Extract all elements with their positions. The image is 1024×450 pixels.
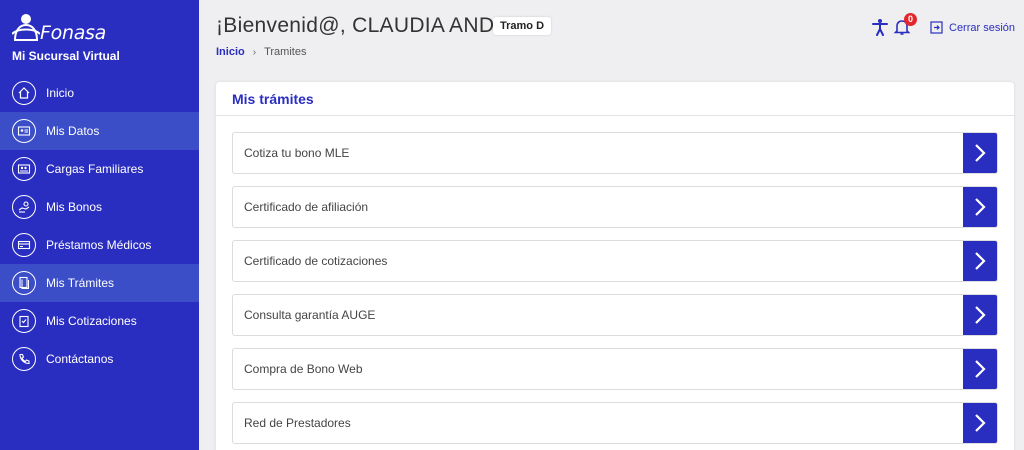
tramite-item-red-prestadores[interactable]: Red de Prestadores <box>232 402 998 444</box>
fonasa-emblem-icon <box>11 14 41 41</box>
list-item-label: Certificado de cotizaciones <box>244 254 388 268</box>
tramites-list: Cotiza tu bono MLE Certificado de afilia… <box>232 132 998 450</box>
chevron-right-icon[interactable] <box>963 241 997 281</box>
list-item-label: Cotiza tu bono MLE <box>244 146 350 160</box>
accessibility-icon[interactable] <box>871 18 889 36</box>
hand-coin-icon <box>12 195 36 219</box>
page-title: Mis trámites <box>232 90 314 107</box>
phone-icon <box>12 347 36 371</box>
tramite-item-certificado-cotizaciones[interactable]: Certificado de cotizaciones <box>232 240 998 282</box>
sidebar-item-inicio[interactable]: Inicio <box>0 74 199 112</box>
sidebar-item-cargas-familiares[interactable]: Cargas Familiares <box>0 150 199 188</box>
list-item-label: Consulta garantía AUGE <box>244 308 376 322</box>
home-icon <box>12 81 36 105</box>
family-card-icon <box>12 157 36 181</box>
breadcrumb-home-link[interactable]: Inicio <box>216 46 245 58</box>
sidebar-item-label: Cargas Familiares <box>46 162 144 176</box>
sidebar-item-mis-tramites[interactable]: Mis Trámites <box>0 264 199 302</box>
tramite-item-consulta-garantia-auge[interactable]: Consulta garantía AUGE <box>232 294 998 336</box>
list-item-label: Red de Prestadores <box>244 416 351 430</box>
brand-subtitle: Mi Sucursal Virtual <box>12 49 120 63</box>
tramo-badge: Tramo D <box>493 17 552 35</box>
sidebar-item-label: Mis Trámites <box>46 276 115 290</box>
sidebar-item-mis-bonos[interactable]: Mis Bonos <box>0 188 199 226</box>
chevron-right-icon[interactable] <box>963 295 997 335</box>
sidebar-item-label: Mis Bonos <box>46 200 103 214</box>
card-header: Mis trámites <box>216 82 1014 116</box>
chevron-right-icon[interactable] <box>963 403 997 443</box>
list-item-label: Certificado de afiliación <box>244 200 369 214</box>
chevron-right-icon: › <box>252 46 257 58</box>
sidebar-item-label: Contáctanos <box>46 352 114 366</box>
sidebar-item-label: Préstamos Médicos <box>46 238 152 252</box>
breadcrumb: Inicio › Tramites <box>216 46 306 58</box>
brand-name: Fonasa <box>40 22 106 44</box>
sidebar-item-label: Mis Cotizaciones <box>46 314 137 328</box>
breadcrumb-current: Tramites <box>264 46 307 58</box>
chevron-right-icon[interactable] <box>963 133 997 173</box>
logout-label: Cerrar sesión <box>949 21 1016 34</box>
id-card-icon <box>12 119 36 143</box>
sidebar-item-label: Mis Datos <box>46 124 100 138</box>
tramite-item-cotiza-bono-mle[interactable]: Cotiza tu bono MLE <box>232 132 998 174</box>
clipboard-icon <box>12 309 36 333</box>
documents-icon <box>12 271 36 295</box>
medical-card-icon <box>12 233 36 257</box>
fonasa-logo[interactable]: Fonasa <box>11 12 112 44</box>
sidebar-nav: Inicio Mis Datos Cargas Familiares Mis B… <box>0 74 199 378</box>
tramite-item-certificado-afiliacion[interactable]: Certificado de afiliación <box>232 186 998 228</box>
chevron-right-icon[interactable] <box>963 187 997 227</box>
list-item-label: Compra de Bono Web <box>244 362 363 376</box>
logout-button[interactable]: Cerrar sesión <box>930 21 1015 34</box>
sidebar: Fonasa Mi Sucursal Virtual Inicio Mis Da… <box>0 0 199 450</box>
sidebar-item-prestamos-medicos[interactable]: Préstamos Médicos <box>0 226 199 264</box>
notification-count-badge: 0 <box>904 13 917 26</box>
tramite-item-compra-bono-web[interactable]: Compra de Bono Web <box>232 348 998 390</box>
welcome-title: ¡Bienvenid@, CLAUDIA ANDREA <box>216 14 539 37</box>
sidebar-item-mis-cotizaciones[interactable]: Mis Cotizaciones <box>0 302 199 340</box>
sidebar-item-contactanos[interactable]: Contáctanos <box>0 340 199 378</box>
sidebar-item-mis-datos[interactable]: Mis Datos <box>0 112 199 150</box>
logout-icon <box>930 21 943 34</box>
chevron-right-icon[interactable] <box>963 349 997 389</box>
sidebar-item-label: Inicio <box>46 86 75 100</box>
tramites-card: Mis trámites Cotiza tu bono MLE Certific… <box>216 82 1014 450</box>
